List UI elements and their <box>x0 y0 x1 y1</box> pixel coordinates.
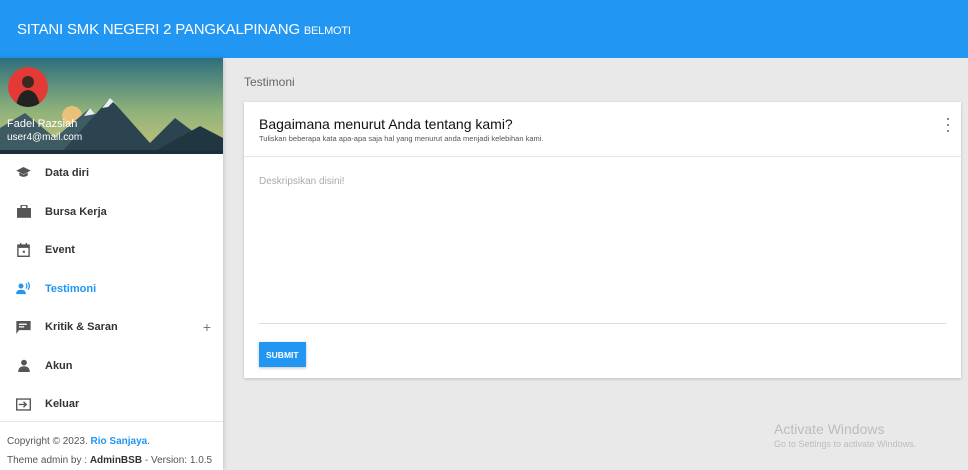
brand-subtitle: BELMOTI <box>303 24 351 37</box>
sidebar-item-label: Bursa Kerja <box>45 205 107 218</box>
user-avatar[interactable] <box>8 67 48 107</box>
brand-title[interactable]: SITANI SMK NEGERI 2 PANGKALPINANG BELMOT… <box>17 21 351 38</box>
watermark-subtitle: Go to Settings to activate Windows. <box>774 439 917 449</box>
sidebar-item-akun[interactable]: Akun <box>0 347 223 386</box>
sidebar-item-data-diri[interactable]: Data diri <box>0 154 223 193</box>
sidebar-item-label: Testimoni <box>45 282 97 295</box>
school-icon <box>16 166 31 181</box>
top-navbar: SITANI SMK NEGERI 2 PANGKALPINANG BELMOT… <box>0 0 968 58</box>
sidebar-item-label: Kritik & Saran <box>45 321 118 334</box>
sidebar-item-label: Keluar <box>45 398 80 411</box>
windows-activation-watermark: Activate Windows Go to Settings to activ… <box>774 421 916 449</box>
card-subtitle: Tuliskan beberapa kata apa-apa saja hal … <box>259 134 544 143</box>
watermark-title: Activate Windows <box>774 421 885 437</box>
feedback-icon <box>16 320 31 335</box>
submit-button[interactable]: SUBMIT <box>259 342 306 367</box>
user-email: user4@mail.com <box>7 132 83 143</box>
sidebar-footer: Copyright © 2023. Rio Sanjaya. Theme adm… <box>0 421 223 470</box>
testimony-textarea[interactable] <box>259 176 946 324</box>
briefcase-icon <box>16 204 31 219</box>
expand-plus-icon[interactable]: + <box>203 319 211 335</box>
person-icon <box>16 358 31 373</box>
sidebar-item-kritik-saran[interactable]: Kritik & Saran + <box>0 308 223 347</box>
card-header: Bagaimana menurut Anda tentang kami? Tul… <box>244 102 961 157</box>
theme-link[interactable]: AdminBSB <box>90 455 142 466</box>
user-info-panel: Fadel Razsiah user4@mail.com <box>0 58 223 154</box>
record-voice-icon <box>16 281 31 296</box>
card-title: Bagaimana menurut Anda tentang kami? <box>259 116 513 132</box>
logout-icon <box>16 397 31 412</box>
more-vert-icon[interactable] <box>945 118 951 132</box>
theme-line: Theme admin by : AdminBSB - Version: 1.0… <box>7 455 213 466</box>
sidebar-item-keluar[interactable]: Keluar <box>0 385 223 424</box>
sidebar-item-label: Event <box>45 244 75 257</box>
sidebar-menu: Data diri Bursa Kerja Event Testimoni Kr… <box>0 154 223 424</box>
user-name: Fadel Razsiah <box>7 118 78 130</box>
sidebar-item-testimoni[interactable]: Testimoni <box>0 270 223 309</box>
sidebar-item-event[interactable]: Event <box>0 231 223 270</box>
calendar-icon <box>16 243 31 258</box>
page-title: Testimoni <box>244 75 295 89</box>
sidebar: Fadel Razsiah user4@mail.com Data diri B… <box>0 58 223 470</box>
testimony-card: Bagaimana menurut Anda tentang kami? Tul… <box>244 102 961 378</box>
author-link[interactable]: Rio Sanjaya <box>91 436 148 447</box>
copyright-line: Copyright © 2023. Rio Sanjaya. <box>7 436 151 447</box>
sidebar-item-bursa-kerja[interactable]: Bursa Kerja <box>0 193 223 232</box>
sidebar-item-label: Akun <box>45 359 73 372</box>
sidebar-item-label: Data diri <box>45 167 90 180</box>
